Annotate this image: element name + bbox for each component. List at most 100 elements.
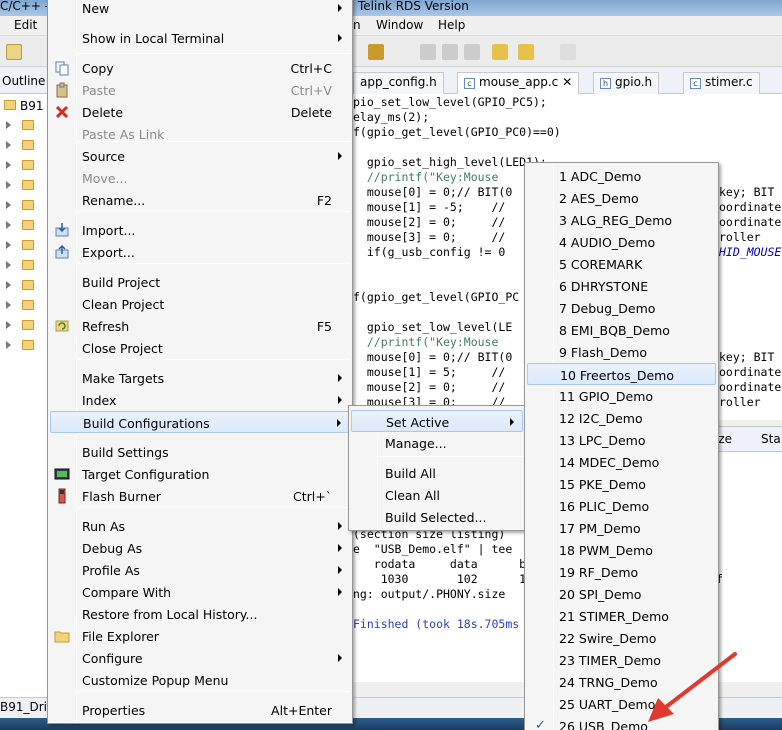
menu-item-build-configurations[interactable]: Build Configurations <box>50 411 350 433</box>
config-item-11-gpio-demo[interactable]: 11 GPIO_Demo <box>527 385 716 407</box>
menu-item-set-active[interactable]: Set Active <box>351 410 523 432</box>
forward-icon[interactable] <box>560 44 576 60</box>
menu-item-run-as[interactable]: Run As <box>50 515 350 537</box>
config-item-8-emi-bqb-demo[interactable]: 8 EMI_BQB_Demo <box>527 319 716 341</box>
wand-icon[interactable] <box>368 44 384 60</box>
block-icon[interactable] <box>442 44 458 60</box>
menu-item-flash-burner[interactable]: Flash Burner Ctrl+` <box>50 485 350 507</box>
menu-item-debug-as[interactable]: Debug As <box>50 537 350 559</box>
menu-item-label: Build All <box>385 466 436 481</box>
config-item-6-dhrystone[interactable]: 6 DHRYSTONE <box>527 275 716 297</box>
menu-window[interactable]: Window <box>376 18 423 32</box>
tree-row-project[interactable]: B91 <box>0 96 47 116</box>
menu-item-index[interactable]: Index <box>50 389 350 411</box>
config-item-1-adc-demo[interactable]: 1 ADC_Demo <box>527 165 716 187</box>
menu-item-compare-with[interactable]: Compare With <box>50 581 350 603</box>
menu-item-build-selected[interactable]: Build Selected... <box>351 506 523 528</box>
config-item-5-coremark[interactable]: 5 COREMARK <box>527 253 716 275</box>
menu-item-delete[interactable]: Delete Delete <box>50 101 350 123</box>
tab-gpio[interactable]: h gpio.h <box>593 72 660 94</box>
menu-item-build-project[interactable]: Build Project <box>50 271 350 293</box>
tree-row[interactable] <box>0 316 47 336</box>
config-item-13-lpc-demo[interactable]: 13 LPC_Demo <box>527 429 716 451</box>
menu-item-target-configuration[interactable]: Target Configuration <box>50 463 350 485</box>
menu-item-import[interactable]: Import... <box>50 219 350 241</box>
menu-item-rename[interactable]: Rename... F2 <box>50 189 350 211</box>
menu-item-build-all[interactable]: Build All <box>351 462 523 484</box>
menu-item-clean-all[interactable]: Clean All <box>351 484 523 506</box>
tab-mouse-app[interactable]: c mouse_app.c ✕ <box>457 72 580 94</box>
config-item-2-aes-demo[interactable]: 2 AES_Demo <box>527 187 716 209</box>
menu-item-clean-project[interactable]: Clean Project <box>50 293 350 315</box>
config-item-19-rf-demo[interactable]: 19 RF_Demo <box>527 561 716 583</box>
edit-icon[interactable] <box>420 44 436 60</box>
tree-row[interactable] <box>0 116 47 136</box>
tab-app-config[interactable]: app_config.h <box>353 72 444 94</box>
config-item-22-swire-demo[interactable]: 22 Swire_Demo <box>527 627 716 649</box>
config-item-21-stimer-demo[interactable]: 21 STIMER_Demo <box>527 605 716 627</box>
menu-item-restore-from-local-history[interactable]: Restore from Local History... <box>50 603 350 625</box>
menu-item-copy[interactable]: Copy Ctrl+C <box>50 57 350 79</box>
menu-help[interactable]: Help <box>438 18 465 32</box>
menu-item-show-in-local-terminal[interactable]: Show in Local Terminal <box>50 27 350 49</box>
close-icon[interactable]: ✕ <box>562 75 572 89</box>
tree-row[interactable] <box>0 156 47 176</box>
tree-row[interactable] <box>0 176 47 196</box>
para-icon[interactable] <box>464 44 480 60</box>
menu-item-paste: Paste Ctrl+V <box>50 79 350 101</box>
config-item-20-spi-demo[interactable]: 20 SPI_Demo <box>527 583 716 605</box>
menu-fragment[interactable]: n <box>353 18 361 32</box>
project-label: B91 <box>20 99 44 113</box>
back-icon[interactable] <box>518 44 534 60</box>
config-item-15-pke-demo[interactable]: 15 PKE_Demo <box>527 473 716 495</box>
tree-row[interactable] <box>0 236 47 256</box>
title-fragment: C/C++ - <box>0 0 50 13</box>
menu-item-make-targets[interactable]: Make Targets <box>50 367 350 389</box>
menu-item-new[interactable]: New <box>50 0 350 19</box>
config-item-17-pm-demo[interactable]: 17 PM_Demo <box>527 517 716 539</box>
refresh-icon <box>54 318 70 334</box>
menu-item-export[interactable]: Export... <box>50 241 350 263</box>
bookmark-icon[interactable] <box>492 44 508 60</box>
tree-row[interactable] <box>0 276 47 296</box>
menu-item-profile-as[interactable]: Profile As <box>50 559 350 581</box>
config-item-14-mdec-demo[interactable]: 14 MDEC_Demo <box>527 451 716 473</box>
config-item-10-freertos-demo[interactable]: 10 Freertos_Demo <box>527 363 716 385</box>
config-item-4-audio-demo[interactable]: 4 AUDIO_Demo <box>527 231 716 253</box>
menu-item-manage[interactable]: Manage... <box>351 432 523 454</box>
tree-row[interactable] <box>0 256 47 276</box>
menu-item-build-settings[interactable]: Build Settings <box>50 441 350 463</box>
console-line: rodata data bss <box>353 557 540 571</box>
menu-item-close-project[interactable]: Close Project <box>50 337 350 359</box>
config-item-3-alg-reg-demo[interactable]: 3 ALG_REG_Demo <box>527 209 716 231</box>
config-item-label: 1 ADC_Demo <box>559 169 642 184</box>
config-item-label: 14 MDEC_Demo <box>559 455 660 470</box>
config-item-16-plic-demo[interactable]: 16 PLIC_Demo <box>527 495 716 517</box>
config-item-18-pwm-demo[interactable]: 18 PWM_Demo <box>527 539 716 561</box>
submenu-arrow-icon <box>338 152 342 160</box>
tree-row[interactable] <box>0 136 47 156</box>
menu-item-properties[interactable]: Properties Alt+Enter <box>50 699 350 721</box>
menu-item-label: Import... <box>82 223 136 238</box>
menu-item-label: File Explorer <box>82 629 159 644</box>
new-icon[interactable] <box>6 44 22 60</box>
tree-row[interactable] <box>0 336 47 356</box>
tree-row[interactable] <box>0 196 47 216</box>
console-tab-status[interactable]: Sta <box>761 432 781 446</box>
tree-row[interactable] <box>0 216 47 236</box>
menu-edit[interactable]: Edit <box>14 18 37 32</box>
config-item-7-debug-demo[interactable]: 7 Debug_Demo <box>527 297 716 319</box>
menu-item-source[interactable]: Source <box>50 145 350 167</box>
config-item-9-flash-demo[interactable]: 9 Flash_Demo <box>527 341 716 363</box>
outline-tab[interactable]: Outline <box>0 68 47 94</box>
menu-item-file-explorer[interactable]: File Explorer <box>50 625 350 647</box>
tree-row[interactable] <box>0 296 47 316</box>
code-line: //printf("Key:Mouse <box>353 335 499 349</box>
c-file-icon: c <box>464 78 475 89</box>
menu-item-configure[interactable]: Configure <box>50 647 350 669</box>
menu-item-label: Build Settings <box>82 445 169 460</box>
menu-item-refresh[interactable]: Refresh F5 <box>50 315 350 337</box>
menu-item-customize-popup-menu[interactable]: Customize Popup Menu <box>50 669 350 691</box>
config-item-12-i2c-demo[interactable]: 12 I2C_Demo <box>527 407 716 429</box>
tab-stimer[interactable]: c stimer.c <box>683 72 760 94</box>
